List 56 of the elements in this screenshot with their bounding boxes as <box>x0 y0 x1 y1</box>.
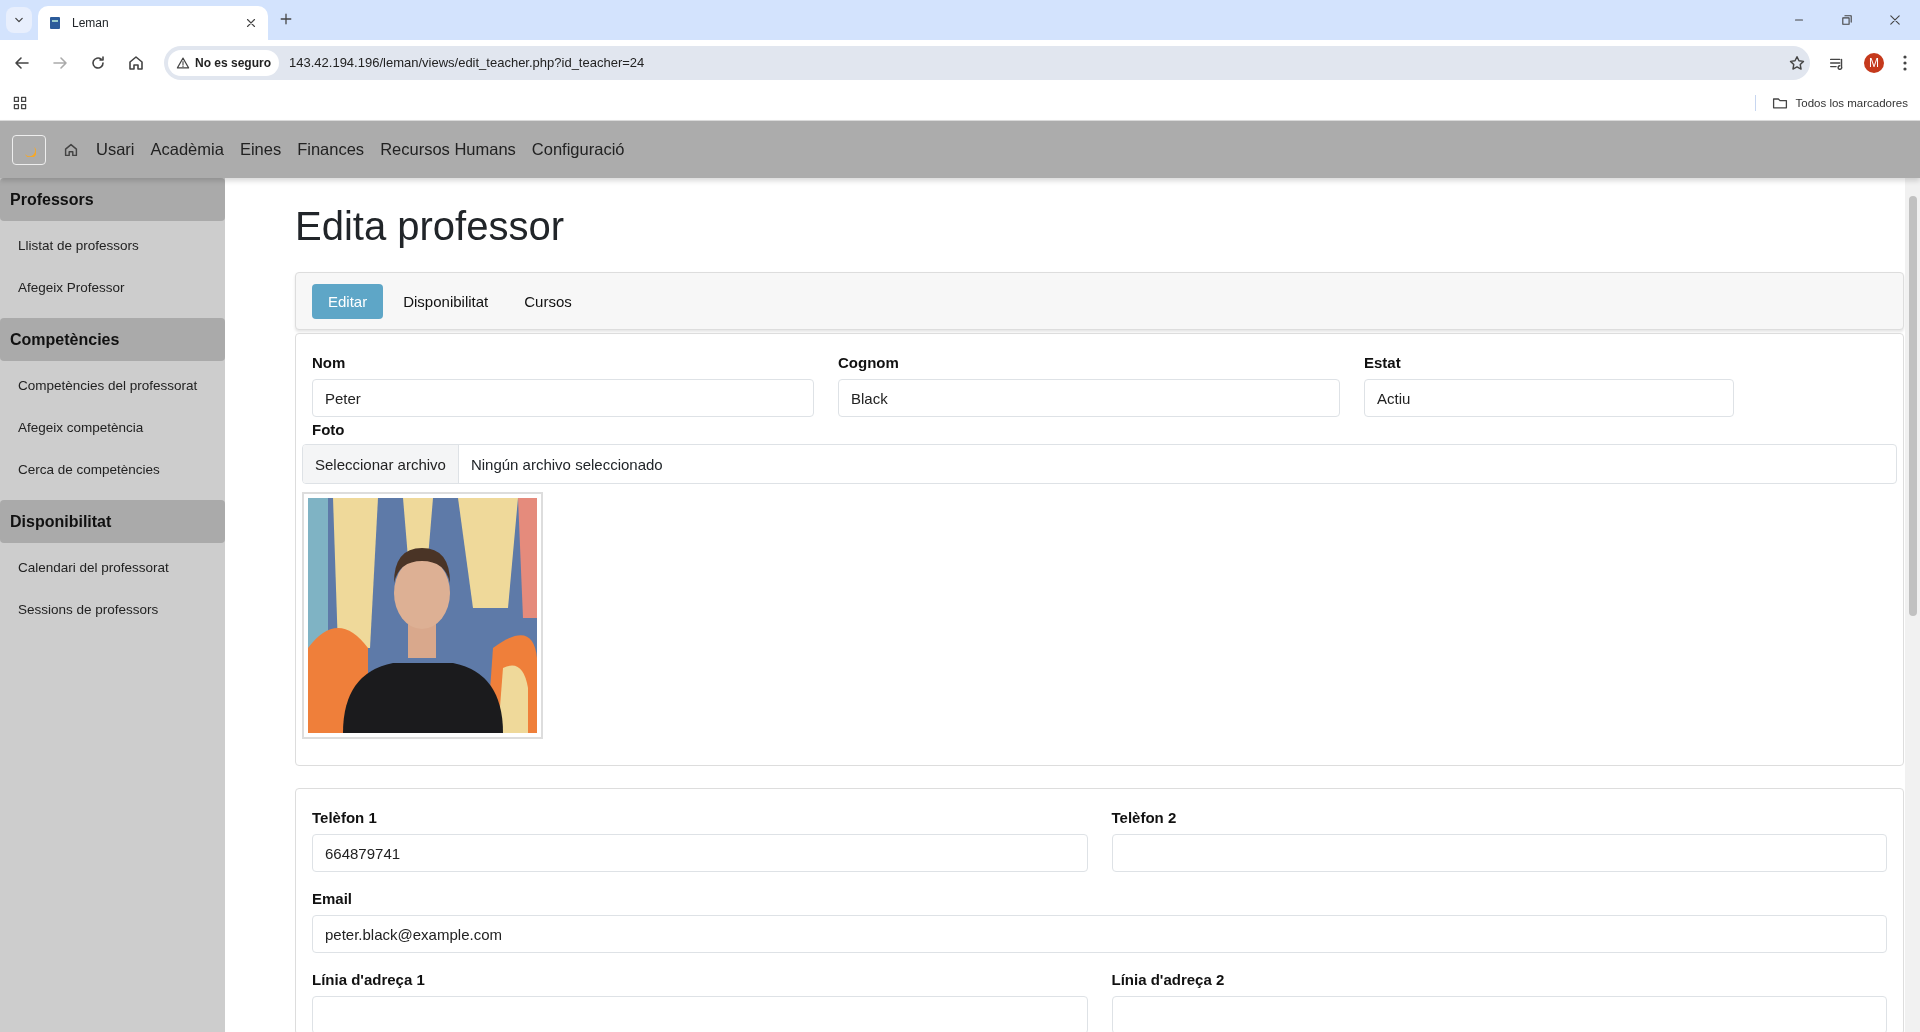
input-field[interactable] <box>312 996 1088 1032</box>
page-title: Edita professor <box>295 204 566 248</box>
tab[interactable]: Cursos <box>508 283 588 319</box>
tab-title: Leman <box>72 16 110 30</box>
file-input[interactable]: Seleccionar archivo Ningún archivo seleccionado <box>302 444 1897 484</box>
bookmarks-button[interactable]: Todos los marcadores <box>1754 94 1908 111</box>
field-label: Foto <box>311 420 346 440</box>
nav-link[interactable]: Acadèmia <box>150 140 224 159</box>
profile-avatar[interactable]: M <box>1864 52 1884 73</box>
sidebar-link[interactable]: Competències del professorat <box>18 377 198 393</box>
scrollbar-thumb[interactable] <box>1909 196 1917 616</box>
security-chip[interactable]: No es seguro <box>168 49 280 76</box>
theme-toggle-button[interactable] <box>12 134 46 165</box>
restore-icon[interactable] <box>1840 13 1854 27</box>
sidebar-section-header[interactable]: Competències <box>0 318 225 361</box>
nav-link[interactable]: Usari <box>96 140 135 159</box>
field-label: Estat <box>1364 354 1402 371</box>
warning-icon <box>176 55 190 70</box>
sidebar-section-header[interactable]: Disponibilitat <box>0 500 225 543</box>
input-field[interactable] <box>1111 834 1887 872</box>
field-label: Nom <box>312 354 347 371</box>
input-field[interactable] <box>1111 996 1887 1032</box>
input-field[interactable]: peter.black@example.com <box>312 915 1887 953</box>
star-icon[interactable] <box>1788 53 1806 72</box>
sidebar-link[interactable]: Cerca de competències <box>18 461 160 477</box>
input-field[interactable]: Black <box>838 379 1340 417</box>
nav-link[interactable]: Configuració <box>531 140 625 159</box>
sidebar-link[interactable]: Calendari del professorat <box>18 559 169 575</box>
apps-grid-icon[interactable] <box>12 94 28 111</box>
sidebar-link[interactable]: Llistat de professors <box>18 237 139 253</box>
input-field[interactable]: 664879741 <box>312 834 1088 872</box>
field-label: Cognom <box>838 354 900 371</box>
page-icon <box>48 16 62 30</box>
field-label: Línia d'adreça 1 <box>312 971 426 988</box>
field-label: Telèfon 1 <box>312 809 378 826</box>
field-label: Telèfon 2 <box>1111 809 1178 826</box>
menu-icon[interactable] <box>1902 53 1908 72</box>
url-text[interactable]: 143.42.194.196/leman/views/edit_teacher.php?id_teacher=24 <box>289 55 1778 70</box>
input-field[interactable]: Peter <box>312 379 814 417</box>
nav-link[interactable]: Recursos Humans <box>380 140 516 159</box>
file-status: Ningún archivo seleccionado <box>469 454 663 475</box>
close-icon[interactable] <box>244 16 258 30</box>
sidebar-link[interactable]: Afegeix competència <box>18 419 144 435</box>
nav-link[interactable]: Eines <box>239 140 282 159</box>
sidebar-link[interactable]: Sessions de professors <box>18 601 159 617</box>
field-label: Línia d'adreça 2 <box>1111 971 1226 988</box>
choose-file-button[interactable]: Seleccionar archivo <box>303 445 459 483</box>
field-label: Email <box>312 890 354 907</box>
browser-tab[interactable]: Leman <box>38 6 268 40</box>
input-field[interactable]: Actiu <box>1364 379 1734 417</box>
close-icon[interactable] <box>1888 13 1902 27</box>
plus-icon[interactable] <box>278 11 294 27</box>
tab[interactable]: Disponibilitat <box>387 283 505 319</box>
nav-link[interactable]: Finances <box>297 140 365 159</box>
sidebar-section-header[interactable]: Professors <box>0 178 225 221</box>
sidebar-link[interactable]: Afegeix Professor <box>18 279 125 295</box>
